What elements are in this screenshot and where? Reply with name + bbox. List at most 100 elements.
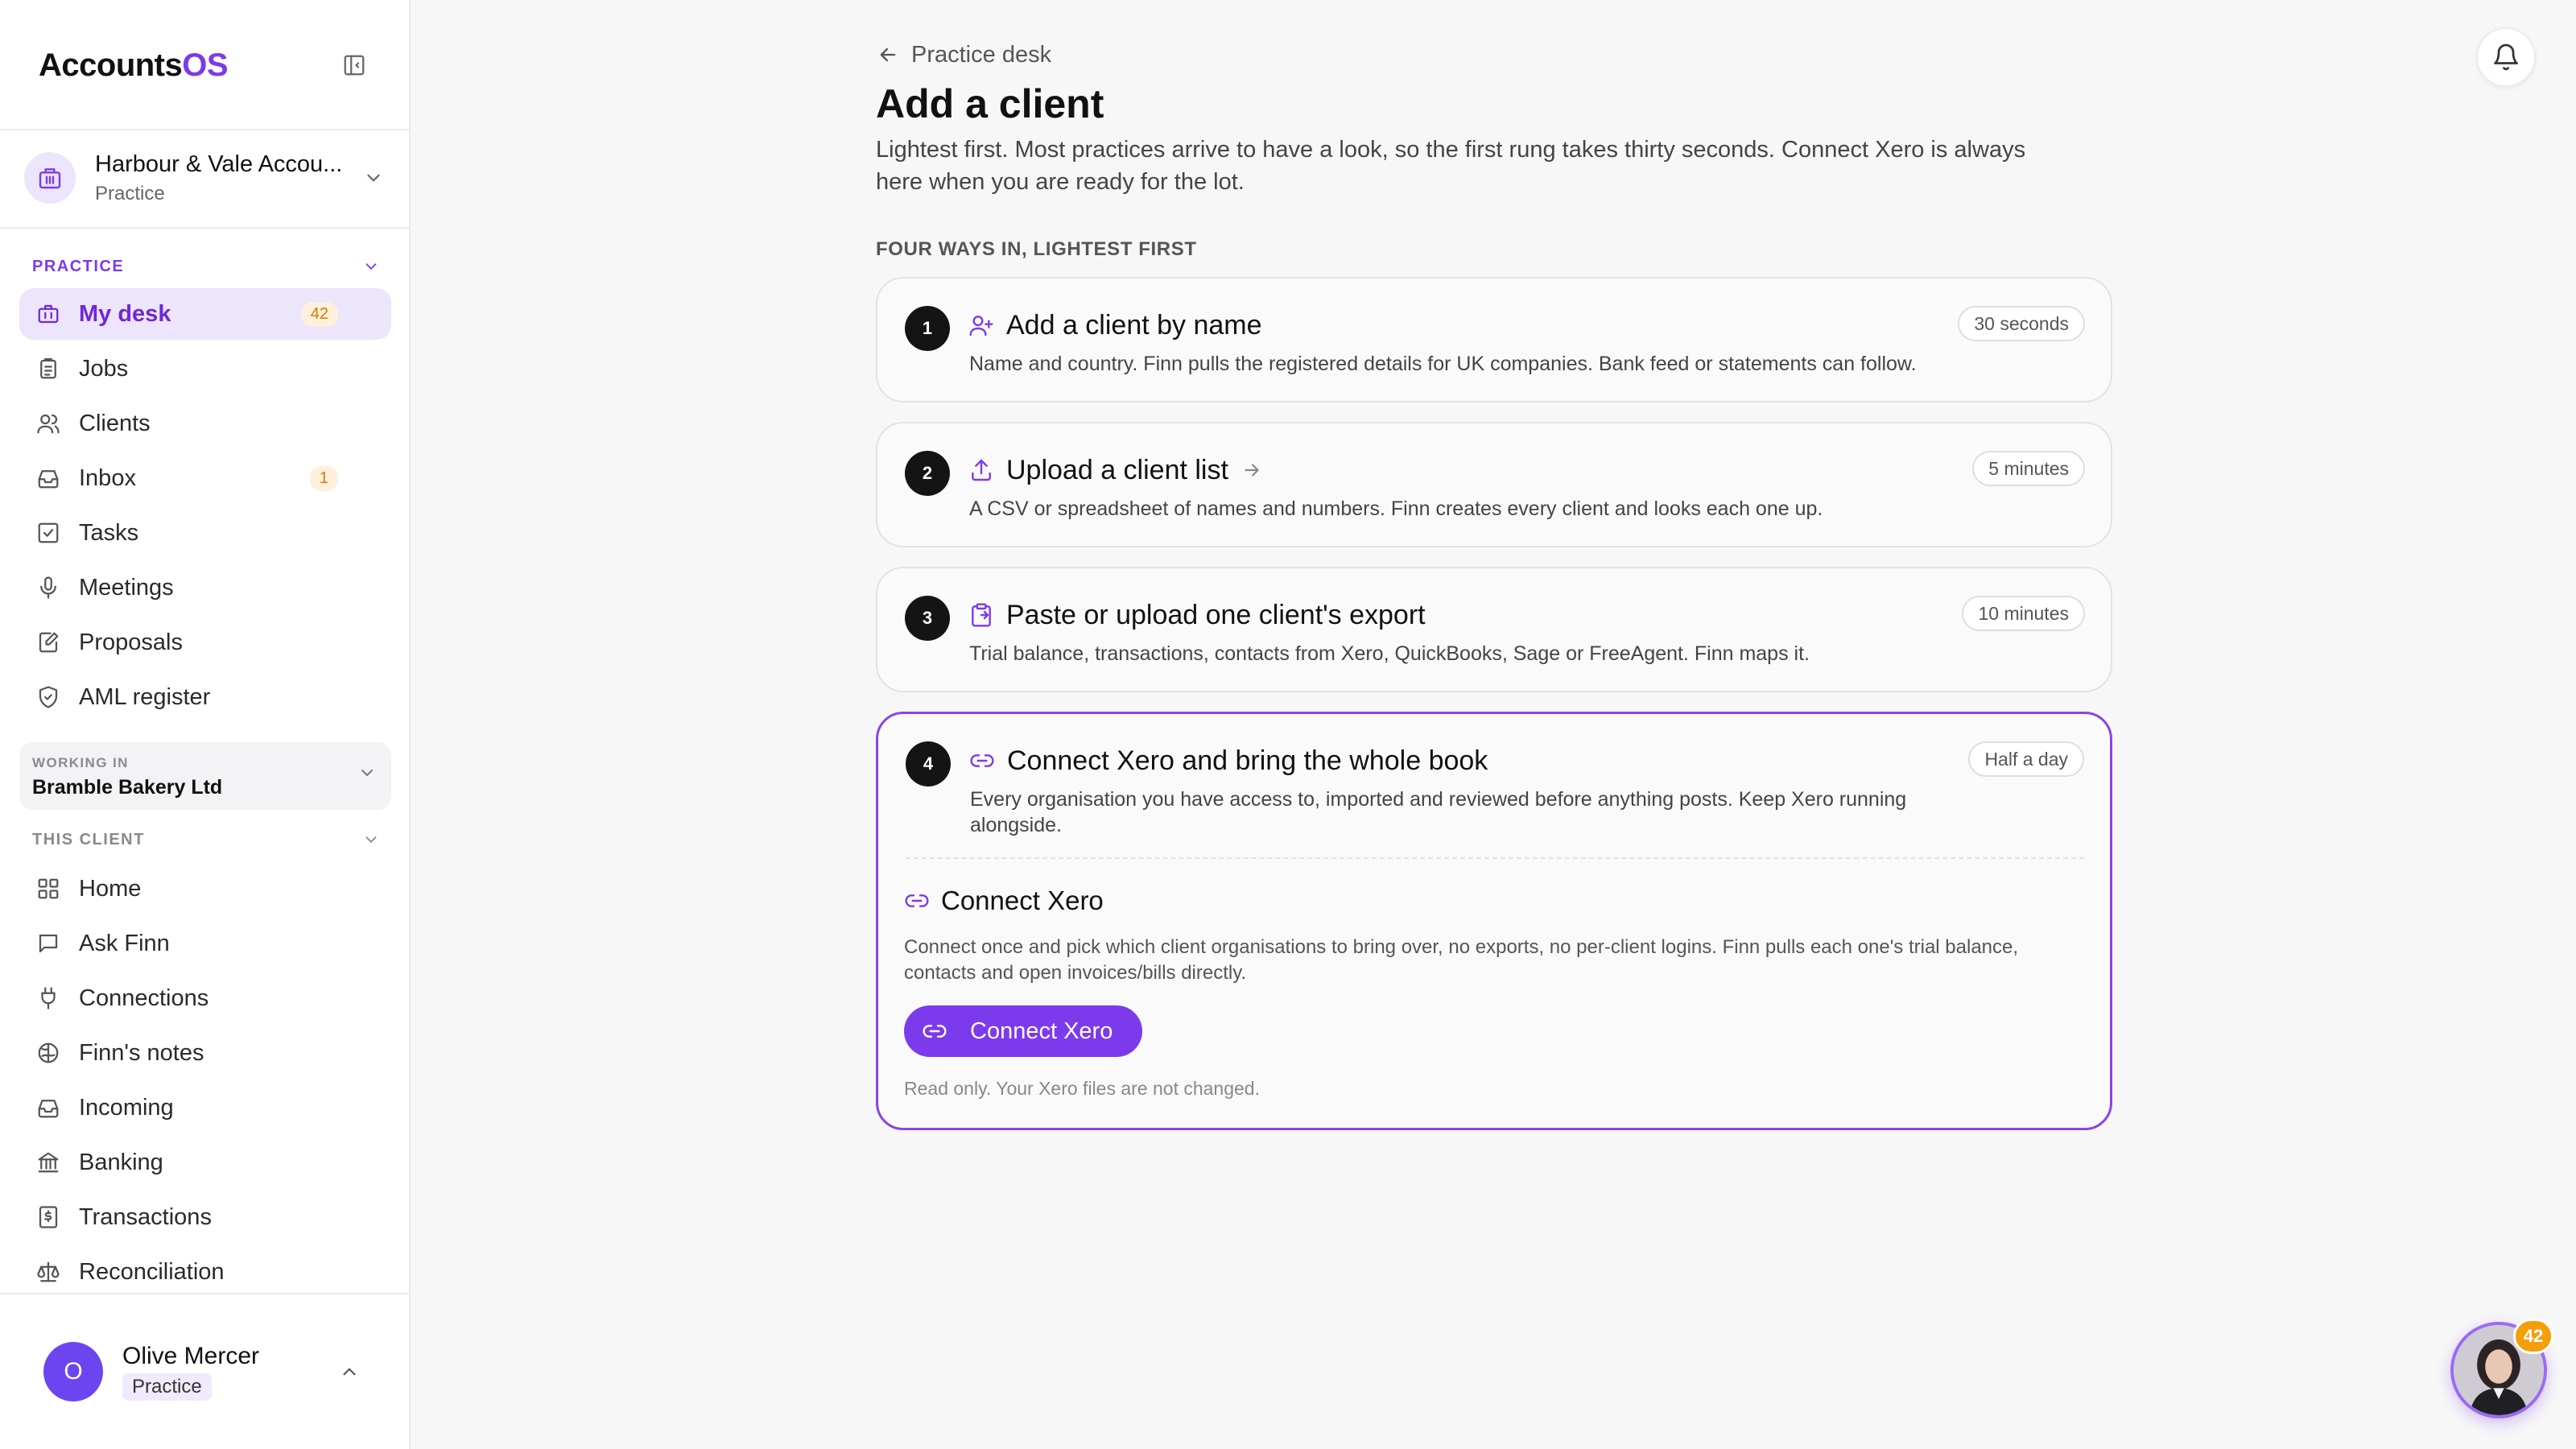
scale-icon — [35, 1259, 61, 1285]
bell-icon — [2494, 43, 2518, 71]
arrow-right-icon — [1241, 458, 1265, 482]
back-label: Practice desk — [911, 41, 1052, 68]
chevron-down-icon — [365, 836, 377, 844]
step-number: 4 — [906, 741, 951, 786]
nav-transactions[interactable]: Transactions — [19, 1191, 391, 1243]
chevron-down-icon — [361, 165, 386, 191]
link-icon — [904, 888, 930, 914]
check-square-icon — [35, 520, 61, 546]
section-label: FOUR WAYS IN, LIGHTEST FIRST — [876, 238, 1197, 260]
org-switcher[interactable]: Harbour & Vale Accou... Practice — [24, 150, 386, 206]
sidebar-collapse-icon — [344, 55, 365, 76]
divider — [0, 129, 411, 130]
time-estimate-badge: 30 seconds — [1958, 306, 2085, 341]
nav-inbox[interactable]: Inbox 1 — [19, 452, 391, 504]
back-link[interactable]: Practice desk — [876, 40, 1051, 69]
option-description: Trial balance, transactions, contacts fr… — [969, 642, 1810, 665]
bank-icon — [35, 1150, 61, 1175]
section-label: PRACTICE — [32, 257, 125, 275]
user-menu[interactable]: O Olive Mercer Practice — [43, 1340, 365, 1404]
nav-connections[interactable]: Connections — [19, 972, 391, 1024]
nav-home[interactable]: Home — [19, 863, 391, 914]
working-in-label: WORKING IN — [32, 755, 129, 770]
section-label: THIS CLIENT — [32, 830, 145, 848]
practice-section-toggle[interactable]: PRACTICE — [32, 254, 380, 279]
org-subtitle: Practice — [95, 182, 165, 204]
time-estimate-badge: 5 minutes — [1972, 451, 2085, 486]
option-card-add-by-name[interactable]: 1 Add a client by name 30 seconds Name a… — [876, 277, 2112, 402]
nav-meetings[interactable]: Meetings — [19, 562, 391, 613]
page-title: Add a client — [876, 81, 1104, 126]
user-name: Olive Mercer — [122, 1343, 260, 1369]
connect-xero-button[interactable]: Connect Xero — [904, 1005, 1142, 1057]
option-title: Upload a client list — [1006, 454, 1228, 485]
clipboard-icon — [35, 356, 61, 382]
chevron-down-icon — [365, 263, 377, 270]
user-role-badge: Practice — [122, 1373, 212, 1401]
step-number: 3 — [905, 596, 950, 641]
inbox-icon — [35, 1095, 61, 1121]
nav-clients[interactable]: Clients — [19, 398, 391, 449]
count-badge: 1 — [309, 465, 338, 491]
inbox-icon — [35, 465, 61, 491]
time-estimate-badge: 10 minutes — [1962, 596, 2085, 631]
working-in-client: Bramble Bakery Ltd — [32, 776, 223, 799]
link-icon — [968, 747, 996, 774]
step-number: 1 — [905, 306, 950, 351]
app-logo[interactable]: AccountsOS — [39, 47, 229, 84]
count-badge: 42 — [300, 301, 338, 327]
chevron-up-icon — [333, 1356, 365, 1388]
option-title: Paste or upload one client's export — [1006, 599, 1426, 630]
plug-icon — [35, 985, 61, 1011]
upload-icon — [968, 456, 995, 484]
nav-tasks[interactable]: Tasks — [19, 507, 391, 559]
nav-banking[interactable]: Banking — [19, 1137, 391, 1188]
option-title: Add a client by name — [1006, 309, 1262, 341]
link-icon — [923, 1025, 947, 1038]
divider — [0, 227, 411, 229]
nav-finns-notes[interactable]: Finn's notes — [19, 1027, 391, 1079]
sidebar: AccountsOS Harbour & Vale Accou... Pract… — [0, 0, 411, 1449]
receipt-icon — [35, 1204, 61, 1230]
nav-reconciliation[interactable]: Reconciliation — [19, 1246, 391, 1298]
collapse-sidebar-button[interactable] — [336, 47, 372, 83]
brain-icon — [35, 1040, 61, 1066]
connect-xero-title: Connect Xero — [941, 886, 1104, 915]
nav-my-desk[interactable]: My desk 42 — [19, 288, 391, 340]
arrow-left-icon — [876, 43, 900, 67]
client-section-toggle[interactable]: THIS CLIENT — [32, 828, 380, 852]
nav-incoming[interactable]: Incoming — [19, 1082, 391, 1133]
clipboard-paste-icon — [968, 601, 995, 629]
page-description: Lightest first. Most practices arrive to… — [876, 137, 2026, 195]
nav-proposals[interactable]: Proposals — [19, 617, 391, 668]
option-card-upload-list[interactable]: 2 Upload a client list 5 minutes A CSV o… — [876, 422, 2112, 547]
option-card-connect-xero[interactable]: 4 Connect Xero and bring the whole book … — [876, 712, 2112, 1130]
connect-xero-description: Connect once and pick which client organ… — [904, 936, 2019, 984]
time-estimate-badge: Half a day — [1968, 741, 2084, 777]
grid-icon — [35, 876, 61, 902]
nav-jobs[interactable]: Jobs — [19, 343, 391, 394]
user-plus-icon — [968, 312, 995, 339]
step-number: 2 — [905, 451, 950, 496]
connect-xero-button-label: Connect Xero — [970, 1018, 1113, 1044]
connect-xero-header: Connect Xero — [904, 883, 1104, 919]
chat-icon — [35, 931, 61, 956]
org-name: Harbour & Vale Accou... — [95, 151, 343, 177]
option-description: A CSV or spreadsheet of names and number… — [969, 497, 1823, 520]
users-icon — [35, 411, 61, 436]
option-description: Every organisation you have access to, i… — [970, 788, 1907, 836]
microphone-icon — [35, 575, 61, 601]
option-description: Name and country. Finn pulls the registe… — [969, 353, 1917, 375]
edit-doc-icon — [35, 630, 61, 655]
divider — [906, 857, 2084, 859]
option-card-paste-export[interactable]: 3 Paste or upload one client's export 10… — [876, 567, 2112, 692]
chevron-down-icon — [361, 770, 373, 777]
notifications-button[interactable] — [2476, 27, 2536, 87]
working-in-switcher[interactable]: WORKING IN Bramble Bakery Ltd — [19, 742, 391, 810]
nav-aml-register[interactable]: AML register — [19, 671, 391, 723]
building-icon — [24, 152, 76, 204]
read-only-note: Read only. Your Xero files are not chang… — [904, 1078, 1260, 1099]
nav-ask-finn[interactable]: Ask Finn — [19, 918, 391, 969]
shield-icon — [35, 684, 61, 710]
brand-row: AccountsOS — [39, 43, 372, 87]
